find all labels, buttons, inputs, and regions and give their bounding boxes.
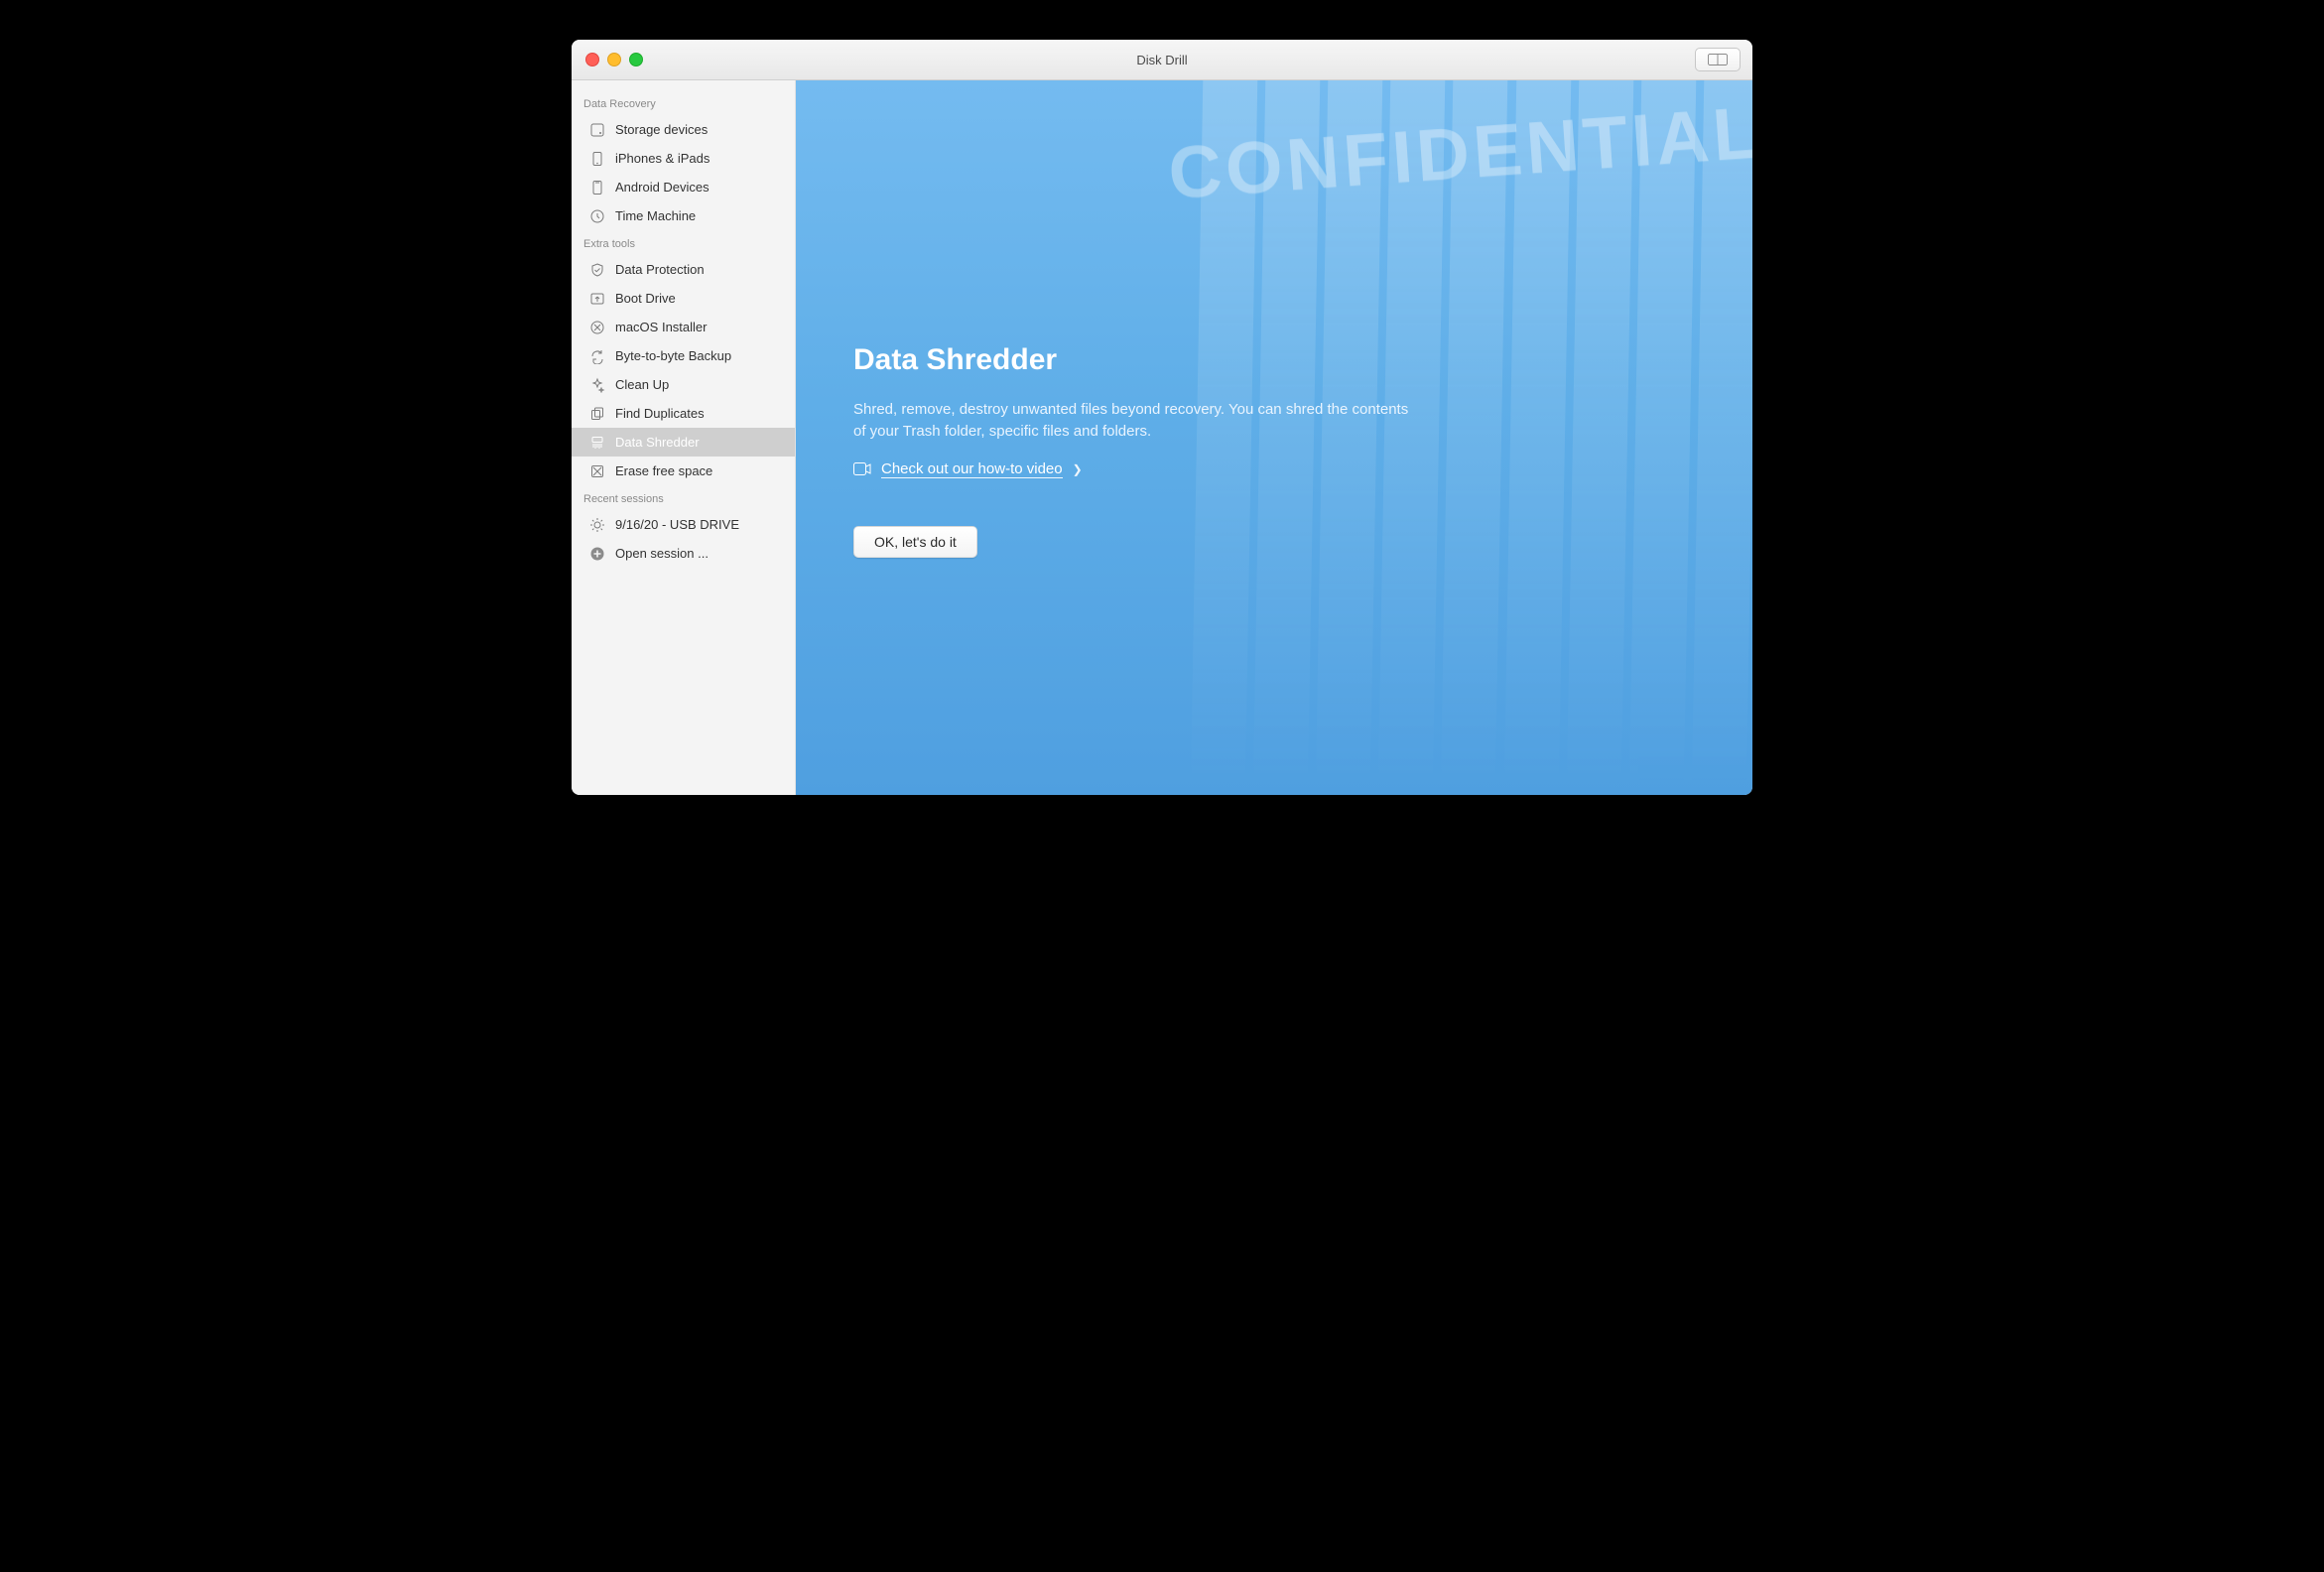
- main-content: Data Shredder Shred, remove, destroy unw…: [796, 80, 1409, 558]
- sidebar-item-label: Open session ...: [615, 546, 709, 561]
- sidebar-item-time-machine[interactable]: Time Machine: [572, 201, 795, 230]
- sidebar-item-byte-backup[interactable]: Byte-to-byte Backup: [572, 341, 795, 370]
- app-window: Disk Drill Data Recovery Storage devices: [572, 40, 1752, 795]
- sidebar-item-clean-up[interactable]: Clean Up: [572, 370, 795, 399]
- main-pane: CONFIDENTIAL Data Shredder Shred, remove…: [796, 80, 1752, 795]
- sidebar-item-label: Boot Drive: [615, 291, 676, 306]
- sidebar-item-open-session[interactable]: Open session ...: [572, 539, 795, 568]
- gear-icon: [589, 517, 605, 533]
- sidebar-item-label: iPhones & iPads: [615, 151, 710, 166]
- howto-video-link[interactable]: Check out our how-to video ❯: [853, 460, 1083, 478]
- sidebar-item-label: Erase free space: [615, 463, 712, 478]
- window-body: Data Recovery Storage devices iPhones & …: [572, 80, 1752, 795]
- sidebar-item-label: Byte-to-byte Backup: [615, 348, 731, 363]
- refresh-icon: [589, 348, 605, 364]
- sidebar-item-find-duplicates[interactable]: Find Duplicates: [572, 399, 795, 428]
- hdd-icon: [589, 122, 605, 138]
- sidebar: Data Recovery Storage devices iPhones & …: [572, 80, 796, 795]
- video-icon: [853, 462, 871, 475]
- sidebar-item-boot-drive[interactable]: Boot Drive: [572, 284, 795, 313]
- sidebar-item-label: Android Devices: [615, 180, 710, 195]
- phone-icon: [589, 180, 605, 196]
- titlebar: Disk Drill: [572, 40, 1752, 80]
- zoom-window-button[interactable]: [629, 53, 643, 66]
- sidebar-item-erase-free-space[interactable]: Erase free space: [572, 457, 795, 485]
- sidebar-item-recent-session[interactable]: 9/16/20 - USB DRIVE: [572, 510, 795, 539]
- video-link-label: Check out our how-to video: [881, 460, 1063, 478]
- sidebar-section-title: Data Recovery: [572, 90, 795, 115]
- close-window-button[interactable]: [585, 53, 599, 66]
- sidebar-item-data-shredder[interactable]: Data Shredder: [572, 428, 795, 457]
- sidebar-item-label: Storage devices: [615, 122, 708, 137]
- shredder-icon: [589, 435, 605, 451]
- ok-lets-do-it-button[interactable]: OK, let's do it: [853, 526, 977, 558]
- sidebar-section-title: Extra tools: [572, 230, 795, 255]
- page-heading: Data Shredder: [853, 343, 1409, 377]
- chevron-right-icon: ❯: [1073, 462, 1083, 476]
- sidebar-item-label: Data Protection: [615, 262, 705, 277]
- phone-icon: [589, 151, 605, 167]
- sidebar-toggle-button[interactable]: [1695, 48, 1741, 71]
- plus-icon: [589, 546, 605, 562]
- sidebar-section-title: Recent sessions: [572, 485, 795, 510]
- columns-icon: [1708, 54, 1728, 66]
- sidebar-item-data-protection[interactable]: Data Protection: [572, 255, 795, 284]
- window-controls: [572, 53, 643, 66]
- clock-icon: [589, 208, 605, 224]
- titlebar-right: [1695, 48, 1741, 71]
- sidebar-item-storage-devices[interactable]: Storage devices: [572, 115, 795, 144]
- duplicates-icon: [589, 406, 605, 422]
- sidebar-item-macos-installer[interactable]: macOS Installer: [572, 313, 795, 341]
- sidebar-item-label: macOS Installer: [615, 320, 707, 334]
- sidebar-item-android-devices[interactable]: Android Devices: [572, 173, 795, 201]
- sparkle-icon: [589, 377, 605, 393]
- shield-icon: [589, 262, 605, 278]
- sidebar-item-label: Clean Up: [615, 377, 669, 392]
- sidebar-item-iphones-ipads[interactable]: iPhones & iPads: [572, 144, 795, 173]
- sidebar-item-label: 9/16/20 - USB DRIVE: [615, 517, 739, 532]
- page-description: Shred, remove, destroy unwanted files be…: [853, 399, 1409, 443]
- erase-icon: [589, 463, 605, 479]
- boot-icon: [589, 291, 605, 307]
- sidebar-item-label: Find Duplicates: [615, 406, 705, 421]
- window-title: Disk Drill: [572, 53, 1752, 67]
- minimize-window-button[interactable]: [607, 53, 621, 66]
- sidebar-item-label: Time Machine: [615, 208, 696, 223]
- sidebar-item-label: Data Shredder: [615, 435, 700, 450]
- disc-icon: [589, 320, 605, 335]
